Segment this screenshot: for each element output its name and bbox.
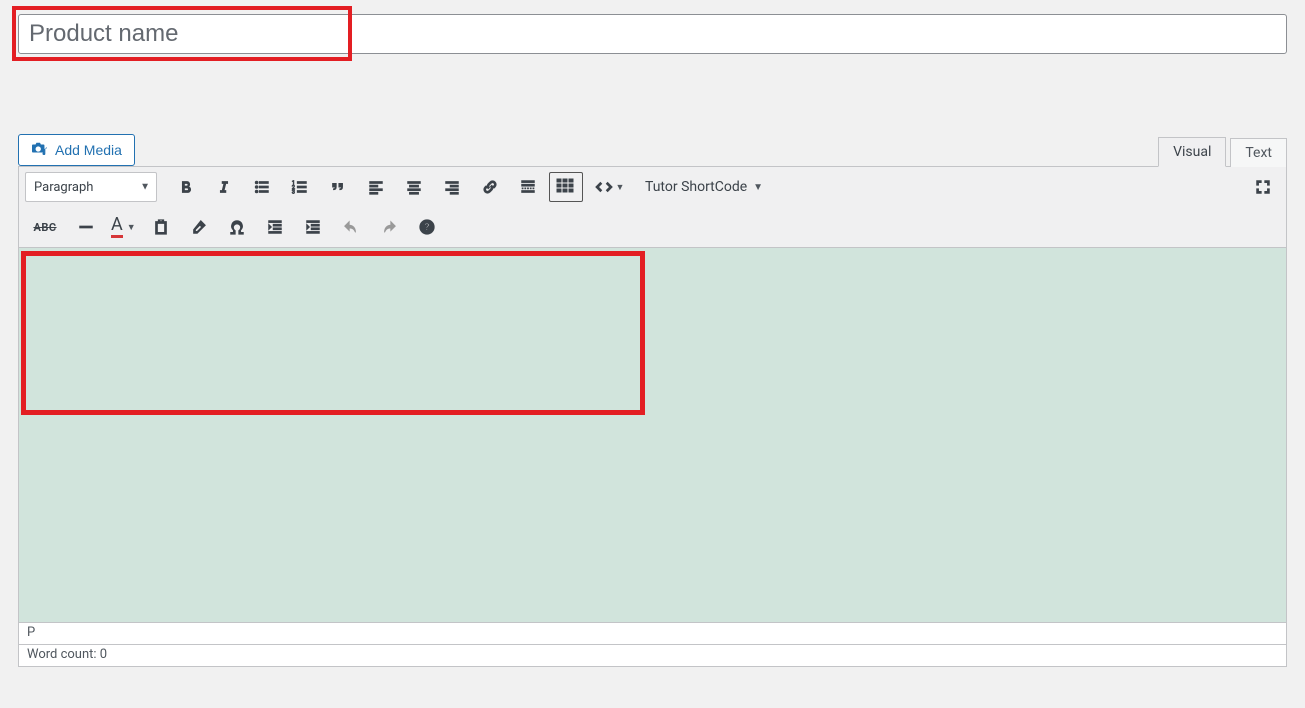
help-icon: ? xyxy=(418,218,436,236)
outdent-button[interactable] xyxy=(258,211,292,243)
element-path-bar: P xyxy=(18,623,1287,645)
undo-button[interactable] xyxy=(334,211,368,243)
clear-formatting-button[interactable] xyxy=(182,211,216,243)
toolbar-toggle-icon xyxy=(555,177,577,197)
strikethrough-button[interactable]: ABC xyxy=(25,211,65,243)
editor-content-area[interactable] xyxy=(18,248,1287,623)
bold-button[interactable] xyxy=(169,171,203,203)
word-count-label: Word count: xyxy=(27,647,100,662)
text-color-button[interactable]: A ▼ xyxy=(107,211,140,243)
toolbar-toggle-button[interactable] xyxy=(549,172,583,202)
tab-text[interactable]: Text xyxy=(1230,138,1287,167)
keyboard-shortcuts-button[interactable]: ? xyxy=(410,211,444,243)
bold-icon xyxy=(177,178,195,196)
numbered-list-button[interactable]: 123 xyxy=(283,171,317,203)
code-view-button[interactable]: ▼ xyxy=(587,171,631,203)
camera-music-icon xyxy=(31,141,49,160)
fullscreen-button[interactable] xyxy=(1246,171,1280,203)
tab-visual[interactable]: Visual xyxy=(1158,137,1226,167)
text-color-icon: A xyxy=(111,216,123,238)
paste-text-button[interactable] xyxy=(144,211,178,243)
align-right-icon xyxy=(443,178,461,196)
word-count-bar: Word count: 0 xyxy=(18,645,1287,667)
align-center-button[interactable] xyxy=(397,171,431,203)
editor-tabs: Visual Text xyxy=(1158,136,1287,166)
align-left-button[interactable] xyxy=(359,171,393,203)
special-character-button[interactable] xyxy=(220,211,254,243)
align-right-button[interactable] xyxy=(435,171,469,203)
insert-more-button[interactable] xyxy=(511,171,545,203)
outdent-icon xyxy=(266,218,284,236)
bullet-list-icon xyxy=(253,178,271,196)
horizontal-rule-button[interactable] xyxy=(69,211,103,243)
block-format-label: Paragraph xyxy=(34,180,93,195)
chevron-down-icon: ▼ xyxy=(140,182,150,193)
add-media-label: Add Media xyxy=(55,142,122,158)
code-icon xyxy=(594,178,614,196)
fullscreen-icon xyxy=(1254,178,1272,196)
blockquote-icon xyxy=(329,178,347,196)
clipboard-icon xyxy=(152,218,170,236)
numbered-list-icon: 123 xyxy=(291,178,309,196)
align-center-icon xyxy=(405,178,423,196)
strikethrough-icon: ABC xyxy=(33,221,56,234)
chevron-down-icon: ▼ xyxy=(616,182,625,193)
word-count-value: 0 xyxy=(100,647,107,662)
product-name-input[interactable] xyxy=(18,14,1287,54)
italic-button[interactable] xyxy=(207,171,241,203)
add-media-button[interactable]: Add Media xyxy=(18,134,135,166)
chevron-down-icon: ▼ xyxy=(127,222,136,233)
redo-button[interactable] xyxy=(372,211,406,243)
indent-button[interactable] xyxy=(296,211,330,243)
link-icon xyxy=(481,178,499,196)
insert-link-button[interactable] xyxy=(473,171,507,203)
svg-text:?: ? xyxy=(424,223,429,234)
insert-more-icon xyxy=(519,178,537,196)
redo-icon xyxy=(380,218,398,236)
italic-icon xyxy=(215,178,233,196)
tutor-shortcode-label: Tutor ShortCode xyxy=(645,179,747,195)
chevron-down-icon: ▼ xyxy=(753,182,763,193)
indent-icon xyxy=(304,218,322,236)
blockquote-button[interactable] xyxy=(321,171,355,203)
eraser-icon xyxy=(190,218,208,236)
omega-icon xyxy=(228,218,246,236)
tutor-shortcode-menu[interactable]: Tutor ShortCode ▼ xyxy=(635,171,773,203)
undo-icon xyxy=(342,218,360,236)
element-path-text: P xyxy=(27,625,35,640)
block-format-select[interactable]: Paragraph ▼ xyxy=(25,172,157,202)
svg-text:3: 3 xyxy=(292,189,295,195)
align-left-icon xyxy=(367,178,385,196)
bullet-list-button[interactable] xyxy=(245,171,279,203)
editor-toolbar: Paragraph ▼ 123 xyxy=(18,166,1287,248)
horizontal-line-icon xyxy=(77,218,95,236)
